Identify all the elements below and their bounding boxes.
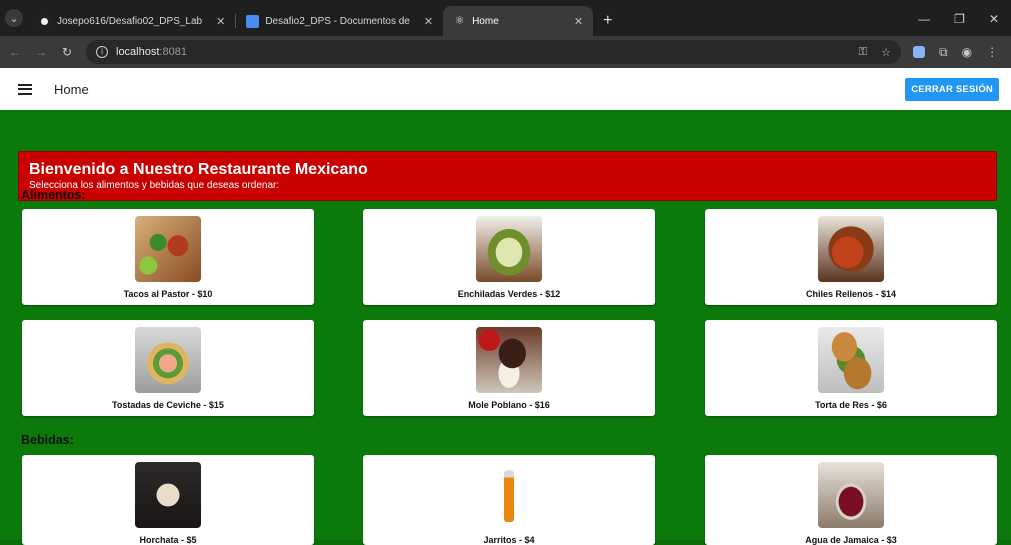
drink-label: Horchata - $5 [139,535,197,545]
food-card-chiles[interactable]: Chiles Rellenos - $14 [705,209,997,305]
extension-icon[interactable] [913,46,925,58]
drink-card-jamaica[interactable]: Agua de Jamaica - $3 [705,455,997,545]
food-label: Chiles Rellenos - $14 [805,289,897,299]
foods-heading: Alimentos: [21,188,86,202]
browser-tab-docs[interactable]: Desafio2_DPS - Documentos de ✕ [236,6,443,36]
close-icon[interactable]: ✕ [574,15,583,28]
drink-card-horchata[interactable]: Horchata - $5 [22,455,314,545]
drink-image [818,462,884,528]
url-port: :8081 [159,46,187,58]
info-icon[interactable]: i [96,46,108,58]
url-host: localhost [116,46,160,58]
drink-label: Jarritos - $4 [483,535,535,545]
more-menu-icon[interactable]: ⋮ [986,45,998,59]
welcome-banner: Bienvenido a Nuestro Restaurante Mexican… [18,151,997,201]
minimize-icon[interactable]: — [918,12,930,26]
food-label: Enchiladas Verdes - $12 [457,289,561,299]
close-window-icon[interactable]: ✕ [989,12,999,26]
profile-avatar-icon[interactable]: ◉ [962,45,972,59]
banner-subtitle: Selecciona los alimentos y bebidas que d… [29,180,280,191]
food-card-tostadas[interactable]: Tostadas de Ceviche - $15 [22,320,314,416]
browser-tab-github[interactable]: Josepo616/Desafio02_DPS_Lab ✕ [28,6,235,36]
drink-card-jarritos[interactable]: Jarritos - $4 [363,455,655,545]
menu-icon[interactable] [18,83,32,95]
browser-tab-home[interactable]: ⚛ Home ✕ [443,6,594,36]
github-icon [38,14,51,28]
app-header: Home CERRAR SESIÓN [0,68,1011,110]
tab-search-button[interactable]: ⌄ [0,0,28,36]
main-content: Bienvenido a Nuestro Restaurante Mexican… [0,110,1011,545]
close-icon[interactable]: ✕ [424,15,433,28]
back-icon[interactable]: ← [8,45,22,59]
food-card-mole[interactable]: Mole Poblano - $16 [363,320,655,416]
food-image [135,327,201,393]
drinks-heading: Bebidas: [21,433,74,447]
food-image [818,327,884,393]
tab-title: Desafio2_DPS - Documentos de [265,15,410,27]
browser-toolbar: ← → ↻ i localhost:8081 ⚿ ☆ ⧉ ◉ ⋮ [0,36,1011,68]
new-tab-icon[interactable]: + [593,12,622,36]
tab-title: Josepo616/Desafio02_DPS_Lab [57,15,203,27]
page-title: Home [54,81,89,97]
restore-icon[interactable]: ❐ [954,12,965,26]
food-card-tacos[interactable]: Tacos al Pastor - $10 [22,209,314,305]
docs-icon [246,14,260,28]
close-icon[interactable]: ✕ [216,15,225,28]
window-controls: — ❐ ✕ [906,12,1011,36]
extensions-puzzle-icon[interactable]: ⧉ [939,45,948,60]
food-image [818,216,884,282]
chevron-down-icon: ⌄ [5,9,23,27]
forward-icon[interactable]: → [34,45,48,59]
food-label: Torta de Res - $6 [815,400,887,410]
password-key-icon[interactable]: ⚿ [859,46,867,59]
food-image [135,216,201,282]
drink-label: Agua de Jamaica - $3 [805,535,897,545]
food-label: Tostadas de Ceviche - $15 [112,400,224,410]
bookmark-star-icon[interactable]: ☆ [881,46,891,59]
drink-image [476,462,542,528]
banner-title: Bienvenido a Nuestro Restaurante Mexican… [29,161,368,178]
browser-tab-bar: ⌄ Josepo616/Desafio02_DPS_Lab ✕ Desafio2… [0,0,1011,36]
url-text: localhost:8081 [116,46,187,58]
drink-image [135,462,201,528]
food-card-torta[interactable]: Torta de Res - $6 [705,320,997,416]
food-image [476,327,542,393]
tab-title: Home [472,15,499,27]
reload-icon[interactable]: ↻ [60,45,74,59]
food-card-enchiladas[interactable]: Enchiladas Verdes - $12 [363,209,655,305]
food-label: Mole Poblano - $16 [468,400,550,410]
food-label: Tacos al Pastor - $10 [123,289,213,299]
logout-button[interactable]: CERRAR SESIÓN [905,77,999,101]
react-icon: ⚛ [454,14,465,27]
food-image [476,216,542,282]
address-bar[interactable]: i localhost:8081 ⚿ ☆ [86,40,901,64]
